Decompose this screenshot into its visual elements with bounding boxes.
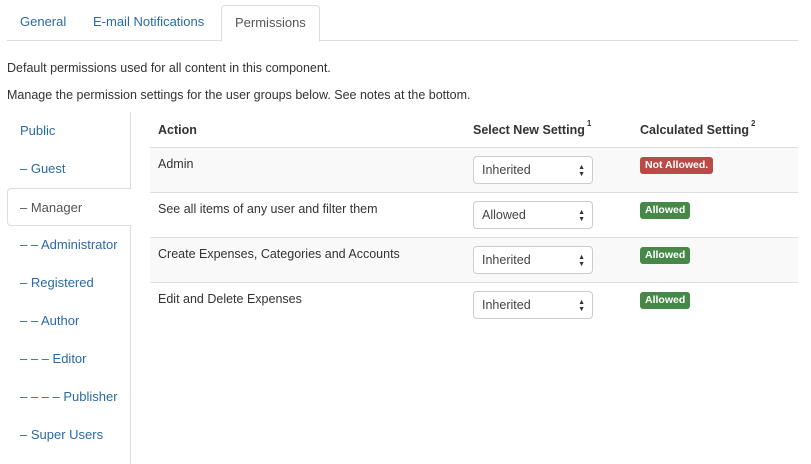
setting-select[interactable]: Inherited ▲ ▼ bbox=[473, 246, 593, 274]
status-badge: Not Allowed. bbox=[640, 157, 714, 174]
user-group-sidebar: Public – Guest – Manager – – Administrat… bbox=[7, 112, 132, 464]
group-publisher[interactable]: – – – – Publisher bbox=[7, 378, 131, 416]
setting-select-value: Inherited bbox=[482, 298, 531, 312]
status-badge: Allowed bbox=[640, 292, 691, 309]
setting-select[interactable]: Allowed ▲ ▼ bbox=[473, 201, 593, 229]
select-arrows-icon: ▲ ▼ bbox=[578, 299, 585, 313]
status-badge: Allowed bbox=[640, 202, 691, 219]
tab-email-notifications[interactable]: E-mail Notifications bbox=[80, 5, 217, 41]
action-label: Create Expenses, Categories and Accounts bbox=[158, 247, 400, 261]
intro-default-permissions: Default permissions used for all content… bbox=[7, 61, 331, 75]
tab-general[interactable]: General bbox=[7, 5, 79, 41]
action-label: Admin bbox=[158, 157, 194, 171]
select-arrows-icon: ▲ ▼ bbox=[578, 209, 585, 223]
group-public[interactable]: Public bbox=[7, 112, 131, 150]
select-arrows-icon: ▲ ▼ bbox=[578, 254, 585, 268]
table-row: See all items of any user and filter the… bbox=[150, 192, 798, 237]
group-author[interactable]: – – Author bbox=[7, 302, 131, 340]
note-marker-1: 1 bbox=[586, 119, 592, 128]
tab-bar: General E-mail Notifications Permissions bbox=[7, 5, 798, 42]
setting-select[interactable]: Inherited ▲ ▼ bbox=[473, 291, 593, 319]
note-marker-2: 2 bbox=[751, 119, 756, 128]
group-super-users[interactable]: – Super Users bbox=[7, 416, 131, 454]
setting-select-value: Inherited bbox=[482, 253, 531, 267]
header-calculated-label: Calculated Setting bbox=[640, 123, 750, 137]
group-editor[interactable]: – – – Editor bbox=[7, 340, 131, 378]
header-select-new-label: Select New Setting bbox=[473, 123, 585, 137]
setting-select-value: Inherited bbox=[482, 163, 531, 177]
table-row: Create Expenses, Categories and Accounts… bbox=[150, 237, 798, 282]
header-calculated-setting: Calculated Setting 2 bbox=[640, 112, 756, 148]
intro-manage-permissions: Manage the permission settings for the u… bbox=[7, 88, 471, 102]
action-label: See all items of any user and filter the… bbox=[158, 202, 378, 216]
header-action: Action bbox=[158, 123, 197, 137]
header-select-new-setting: Select New Setting 1 bbox=[473, 112, 591, 148]
status-badge: Allowed bbox=[640, 247, 691, 264]
setting-select[interactable]: Inherited ▲ ▼ bbox=[473, 156, 593, 184]
group-guest[interactable]: – Guest bbox=[7, 150, 131, 188]
group-manager[interactable]: – Manager bbox=[7, 188, 132, 226]
action-label: Edit and Delete Expenses bbox=[158, 292, 302, 306]
group-registered[interactable]: – Registered bbox=[7, 264, 131, 302]
group-administrator[interactable]: – – Administrator bbox=[7, 226, 131, 264]
setting-select-value: Allowed bbox=[482, 208, 526, 222]
tab-permissions[interactable]: Permissions bbox=[221, 5, 320, 42]
table-row: Edit and Delete Expenses Inherited ▲ ▼ Al… bbox=[150, 282, 798, 327]
table-row: Admin Inherited ▲ ▼ Not Allowed. bbox=[150, 147, 798, 192]
select-arrows-icon: ▲ ▼ bbox=[578, 164, 585, 178]
